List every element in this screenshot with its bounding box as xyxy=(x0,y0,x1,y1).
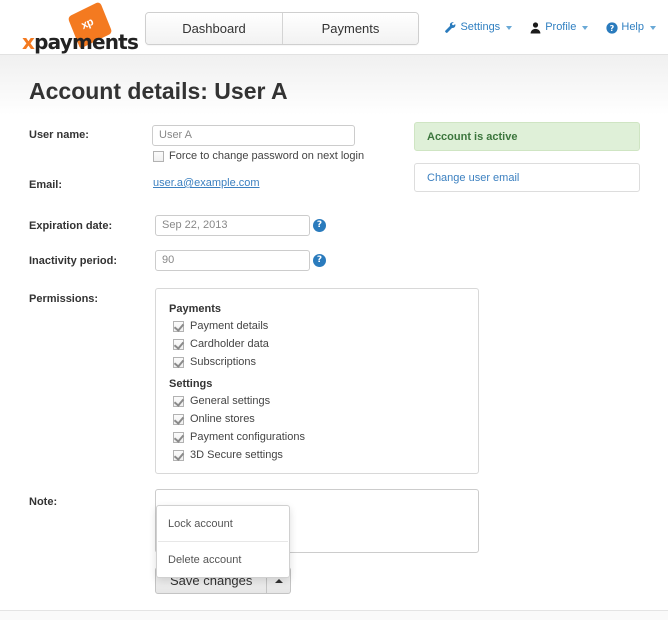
permission-label: Subscriptions xyxy=(190,356,257,368)
svg-text:?: ? xyxy=(610,24,615,33)
inactivity-period-help-icon[interactable]: ? xyxy=(313,254,326,267)
permission-row[interactable]: Subscriptions xyxy=(169,356,478,368)
status-badge: Account is active xyxy=(414,122,640,151)
email-label: Email: xyxy=(29,179,63,191)
expiration-date-help-icon[interactable]: ? xyxy=(313,219,326,232)
user-icon xyxy=(530,22,541,34)
permission-checkbox[interactable] xyxy=(173,356,184,368)
logo[interactable]: xp xpayments xyxy=(22,1,139,54)
permissions-panel: Payments Payment details Cardholder data… xyxy=(155,288,479,474)
inactivity-period-label: Inactivity period: xyxy=(29,255,118,267)
menu-item-help[interactable]: ? Help xyxy=(606,21,656,34)
inactivity-period-input[interactable]: 90 xyxy=(155,250,310,271)
logo-word-rest: payments xyxy=(34,30,139,54)
expiration-date-label: Expiration date: xyxy=(29,220,113,232)
wrench-icon xyxy=(445,22,456,34)
permission-checkbox[interactable] xyxy=(173,320,184,332)
username-input[interactable]: User A xyxy=(152,125,355,146)
logo-wordmark: xpayments xyxy=(22,30,139,54)
username-label: User name: xyxy=(29,129,89,141)
permissions-group-title-payments: Payments xyxy=(169,303,221,315)
force-change-password-label: Force to change password on next login xyxy=(169,150,365,162)
force-change-password-checkbox[interactable] xyxy=(153,150,164,162)
permission-label: General settings xyxy=(190,395,271,407)
permission-label: Online stores xyxy=(190,413,255,425)
permission-row[interactable]: Payment configurations xyxy=(169,431,478,443)
permission-label: Payment configurations xyxy=(190,431,305,443)
footer xyxy=(0,611,668,620)
permission-checkbox[interactable] xyxy=(173,338,184,350)
permission-row[interactable]: 3D Secure settings xyxy=(169,449,478,461)
page-title: Account details: User A xyxy=(29,78,288,104)
logo-word-x: x xyxy=(22,30,35,54)
permission-row[interactable]: Cardholder data xyxy=(169,338,478,350)
email-link[interactable]: user.a@example.com xyxy=(153,177,260,189)
permission-label: Cardholder data xyxy=(190,338,269,350)
permission-row[interactable]: General settings xyxy=(169,395,478,407)
permission-checkbox[interactable] xyxy=(173,449,184,461)
permission-checkbox[interactable] xyxy=(173,395,184,407)
force-change-password-row[interactable]: Force to change password on next login xyxy=(153,150,364,162)
menu-item-settings-label: Settings xyxy=(460,21,501,33)
nav-item-payments[interactable]: Payments xyxy=(282,13,418,44)
menu-item-lock-account[interactable]: Lock account xyxy=(157,506,289,541)
note-label: Note: xyxy=(29,496,58,508)
permission-checkbox[interactable] xyxy=(173,431,184,443)
menu-item-help-label: Help xyxy=(621,21,644,33)
expiration-date-input[interactable]: Sep 22, 2013 xyxy=(155,215,310,236)
menu-item-profile-label: Profile xyxy=(545,21,577,33)
permissions-label: Permissions: xyxy=(29,293,99,305)
account-actions-menu: Lock account Delete account xyxy=(156,505,290,578)
app-header: xp xpayments Dashboard Payments Settings… xyxy=(0,0,668,55)
menu-item-delete-account[interactable]: Delete account xyxy=(157,542,289,577)
permission-checkbox[interactable] xyxy=(173,413,184,425)
permission-row[interactable]: Online stores xyxy=(169,413,478,425)
change-user-email-button[interactable]: Change user email xyxy=(414,163,640,192)
permission-label: 3D Secure settings xyxy=(190,449,283,461)
chevron-down-icon xyxy=(650,26,656,30)
menu-item-profile[interactable]: Profile xyxy=(530,21,589,34)
permission-row[interactable]: Payment details xyxy=(169,320,478,332)
top-utility-menu: Settings Profile ? Help xyxy=(445,21,656,34)
chevron-down-icon xyxy=(582,26,589,30)
permissions-group-title-settings: Settings xyxy=(169,378,213,390)
nav-item-dashboard[interactable]: Dashboard xyxy=(146,13,282,44)
chevron-down-icon xyxy=(506,26,513,30)
permission-label: Payment details xyxy=(190,320,269,332)
question-circle-icon: ? xyxy=(606,22,618,34)
main-nav: Dashboard Payments xyxy=(145,12,419,45)
caret-up-icon xyxy=(274,578,283,583)
menu-item-settings[interactable]: Settings xyxy=(445,21,513,34)
